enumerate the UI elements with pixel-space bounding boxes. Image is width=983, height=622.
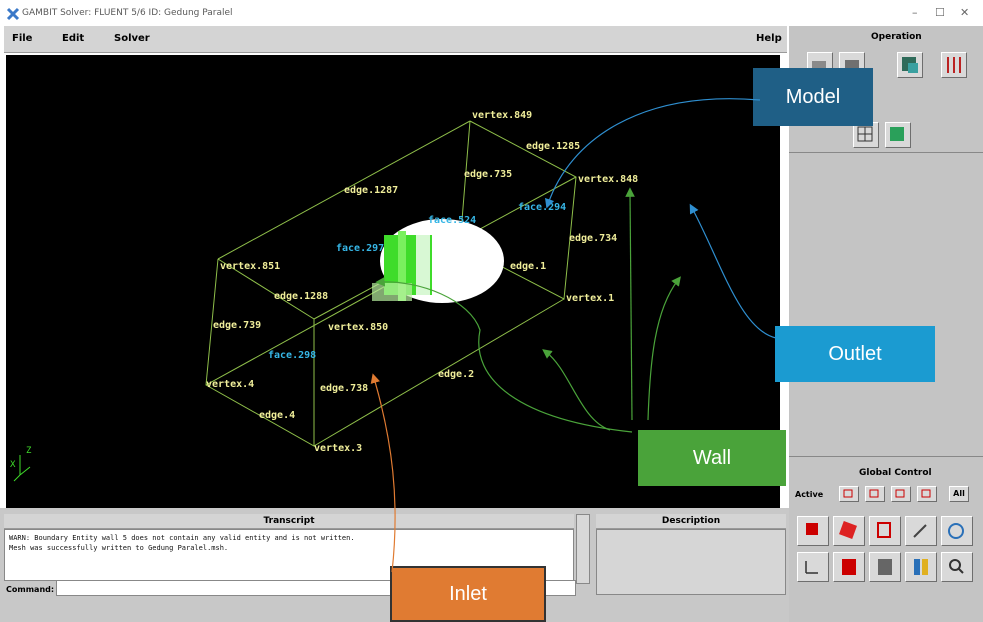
viewport-label: edge.1287 bbox=[344, 185, 398, 196]
description-title: Description bbox=[596, 514, 786, 529]
mesh-face-button[interactable] bbox=[885, 122, 911, 148]
hide-icon bbox=[878, 559, 892, 575]
shade-icon bbox=[842, 559, 856, 575]
orient-button[interactable] bbox=[905, 516, 937, 546]
zones-button[interactable] bbox=[897, 52, 923, 78]
viewport-label: face.524 bbox=[428, 215, 476, 226]
mesh-face-icon bbox=[890, 127, 904, 141]
mesh-body bbox=[372, 219, 504, 303]
axes-button[interactable] bbox=[797, 552, 829, 582]
menu-edit[interactable]: Edit bbox=[62, 33, 84, 44]
color-icon bbox=[914, 559, 928, 575]
viewport-label: edge.739 bbox=[213, 320, 261, 331]
operation-title: Operation bbox=[871, 32, 922, 42]
viewport-label: vertex.848 bbox=[578, 174, 638, 185]
command-label: Command: bbox=[6, 585, 55, 594]
viewport-label: face.294 bbox=[518, 202, 566, 213]
menu-bar: File Edit Solver Help bbox=[4, 26, 787, 53]
viewport-label: edge.4 bbox=[259, 410, 295, 421]
axis-z-label: Z bbox=[26, 446, 32, 456]
quadrant-br-button[interactable] bbox=[917, 486, 937, 502]
viewport-label: vertex.4 bbox=[206, 379, 254, 390]
maximize-button[interactable]: ☐ bbox=[935, 6, 945, 19]
menu-file[interactable]: File bbox=[12, 33, 32, 44]
menu-solver[interactable]: Solver bbox=[114, 33, 150, 44]
axes-icon bbox=[805, 561, 818, 574]
all-quadrants-button[interactable]: All bbox=[949, 486, 969, 502]
viewport-label: vertex.849 bbox=[472, 110, 532, 121]
axis-x-label: X bbox=[10, 460, 16, 470]
global-control-title: Global Control bbox=[859, 468, 932, 478]
callout-outlet: Outlet bbox=[775, 326, 935, 382]
callout-inlet: Inlet bbox=[390, 566, 546, 622]
app-logo-icon bbox=[6, 7, 20, 21]
viewport-label: edge.734 bbox=[569, 233, 617, 244]
viewport-label: face.298 bbox=[268, 350, 316, 361]
orient-icon bbox=[913, 524, 927, 538]
undo-button[interactable] bbox=[941, 516, 973, 546]
quadrant-tl-button[interactable] bbox=[839, 486, 859, 502]
viewport-label: edge.735 bbox=[464, 169, 512, 180]
search-button[interactable] bbox=[941, 552, 973, 582]
transcript-line: Mesh was successfully written to Gedung … bbox=[9, 544, 229, 552]
shade-button[interactable] bbox=[833, 552, 865, 582]
viewport-label: edge.1288 bbox=[274, 291, 328, 302]
grid-icon bbox=[857, 126, 873, 142]
color-button[interactable] bbox=[905, 552, 937, 582]
zones-icon bbox=[902, 57, 918, 73]
tools-icon bbox=[947, 57, 961, 73]
viewport-label: vertex.3 bbox=[314, 443, 362, 454]
render-button[interactable] bbox=[869, 516, 901, 546]
viewport-label: vertex.850 bbox=[328, 322, 388, 333]
viewport-label: face.297 bbox=[336, 243, 384, 254]
hide-button[interactable] bbox=[869, 552, 901, 582]
window-title: GAMBIT Solver: FLUENT 5/6 ID: Gedung Par… bbox=[22, 8, 233, 18]
callout-model: Model bbox=[753, 68, 873, 126]
tools-button[interactable] bbox=[941, 52, 967, 78]
render-icon bbox=[877, 522, 891, 538]
viewport-label: vertex.1 bbox=[566, 293, 614, 304]
viewport-label: vertex.851 bbox=[220, 261, 280, 272]
transcript-line: WARN: Boundary Entity wall 5 does not co… bbox=[9, 534, 355, 542]
quadrant-tr-button[interactable] bbox=[865, 486, 885, 502]
description-body bbox=[596, 529, 786, 595]
transcript-title: Transcript bbox=[4, 514, 574, 529]
select-icon bbox=[839, 521, 857, 539]
select-button[interactable] bbox=[833, 516, 865, 546]
axis-triad bbox=[13, 455, 31, 482]
active-label: Active bbox=[795, 490, 824, 499]
menu-help[interactable]: Help bbox=[756, 33, 782, 44]
search-icon bbox=[949, 559, 964, 574]
undo-icon bbox=[948, 523, 964, 539]
fit-to-window-icon bbox=[806, 523, 818, 535]
minimize-button[interactable]: – bbox=[912, 6, 918, 19]
viewport-label: edge.1285 bbox=[526, 141, 580, 152]
fit-to-window-button[interactable] bbox=[797, 516, 829, 546]
viewport-label: edge.2 bbox=[438, 369, 474, 380]
close-button[interactable]: ✕ bbox=[960, 6, 969, 19]
title-bar: GAMBIT Solver: FLUENT 5/6 ID: Gedung Par… bbox=[0, 0, 983, 26]
viewport-label: edge.738 bbox=[320, 383, 368, 394]
callout-wall: Wall bbox=[638, 430, 786, 486]
transcript-scrollbar[interactable] bbox=[576, 514, 590, 584]
quadrant-bl-button[interactable] bbox=[891, 486, 911, 502]
viewport-label: edge.1 bbox=[510, 261, 546, 272]
